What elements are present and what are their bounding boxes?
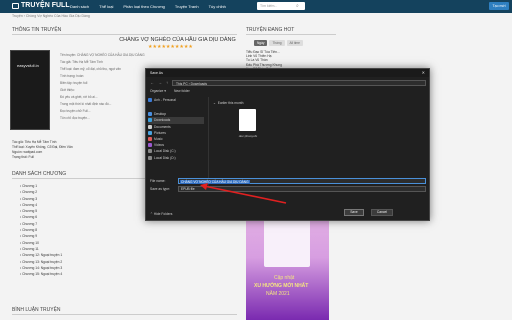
story-title: CHÀNG VỢ NGHÈO CỦA HẦU GIA DỊU DÀNG <box>119 37 236 43</box>
drive-icon <box>148 155 152 160</box>
video-icon <box>148 143 152 148</box>
ad-image <box>264 219 310 267</box>
nav-item-list[interactable]: Danh sách <box>70 4 89 9</box>
new-folder-button[interactable]: New folder <box>174 89 190 93</box>
cover-text: easyvsfull.in <box>17 63 39 68</box>
dialog-title: Save As <box>146 69 429 77</box>
music-icon <box>148 137 152 142</box>
ad-headline: XU HƯỚNG MỚI NHẤT <box>254 283 309 289</box>
save-as-dialog: Save As ✕ ← → ↑ This PC › Downloads Orga… <box>145 68 430 221</box>
cloud-icon <box>148 98 152 102</box>
hot-tabs: Ngày Tháng All time <box>254 40 303 46</box>
group-header[interactable]: ⌄ Earlier this month <box>213 101 243 105</box>
organize-button[interactable]: Organize ▾ <box>150 89 166 93</box>
hot-section-title: TRUYỆN ĐANG HOT <box>246 27 336 35</box>
forward-arrow-icon[interactable]: → <box>158 80 162 85</box>
dialog-toolbar: Organize ▾ New folder <box>150 89 190 93</box>
back-arrow-icon[interactable]: ← <box>150 80 154 85</box>
ad-year: NĂM 2021 <box>266 291 290 297</box>
nav-item-chapters[interactable]: Phân loại theo Chương <box>123 4 165 9</box>
nav-menu: Danh sách Thể loại Phân loại theo Chương… <box>70 4 226 9</box>
sidebar-label: Local Disk (D:) <box>154 155 176 160</box>
tab-all-time[interactable]: All time <box>286 40 303 46</box>
hide-folders-toggle[interactable]: ⌃ Hide Folders <box>150 212 172 216</box>
file-icon[interactable] <box>239 109 256 131</box>
save-type-select[interactable]: EPUB file <box>178 186 426 192</box>
path-field[interactable]: This PC › Downloads <box>172 79 426 86</box>
chapter-link[interactable]: Chương 15: Ngoại truyện 4 <box>20 271 62 277</box>
sidebar-label: Anh - Personal <box>154 98 176 102</box>
ad-caption: Cập nhật <box>274 275 295 281</box>
top-navbar: TRUYỆN FULL Danh sách Thể loại Phân loại… <box>0 0 512 13</box>
close-icon[interactable]: ✕ <box>422 70 425 75</box>
sidebar-label: Downloads <box>154 118 171 123</box>
chapter-link[interactable]: Chương 12: Ngoại truyện 1 <box>20 252 62 258</box>
info-line: Trạng thái: Full <box>12 155 34 159</box>
info-section-title: THÔNG TIN TRUYỆN <box>12 27 237 35</box>
nav-item-settings[interactable]: Tùy chỉnh <box>209 4 226 9</box>
book-cover: easyvsfull.in <box>10 50 50 130</box>
file-name-label: File name: <box>150 179 166 183</box>
sidebar-label: Music <box>154 137 163 142</box>
download-icon <box>148 118 152 123</box>
sidebar-item-disk-d[interactable]: Local Disk (D:) <box>148 155 204 161</box>
file-name-field[interactable]: CHÀNG VỢ NGHÈO CỦA HẦU GIA DỊU DÀNG <box>178 178 426 184</box>
desc-line: Tác giả: Tiêu Hạ Mễ Tâm Tình <box>60 60 103 64</box>
sidebar-label: Pictures <box>154 130 166 135</box>
book-info: Tác giả: Tiêu Hạ Mễ Tâm Tình Thể loại: X… <box>12 140 73 160</box>
save-button[interactable]: Save <box>344 209 364 216</box>
tab-month[interactable]: Tháng <box>269 40 285 46</box>
pictures-icon <box>148 130 152 135</box>
chapter-list: Chương 1 Chương 2 Chương 3 Chương 4 Chươ… <box>20 183 62 277</box>
desc-line: Tên truyện: CHÀNG VỢ NGHÈO CỦA HẦU GIA D… <box>60 53 145 57</box>
breadcrumb[interactable]: Truyện › Chồng Vợ Nghèo Của Hầu Gia Dịu … <box>12 14 90 18</box>
site-logo[interactable]: TRUYỆN FULL <box>12 2 70 9</box>
file-name-value: CHÀNG VỢ NGHÈO CỦA HẦU GIA DỊU DÀNG <box>180 180 250 184</box>
group-label: Earlier this month <box>217 101 244 105</box>
book-icon <box>12 2 19 9</box>
tab-day[interactable]: Ngày <box>254 40 268 46</box>
drive-icon <box>148 149 152 154</box>
file-name[interactable]: doc phuoyufx <box>237 134 259 138</box>
sidebar-item-personal[interactable]: Anh - Personal <box>148 97 204 103</box>
sidebar-label: Local Disk (C:) <box>154 149 176 154</box>
hide-folders-label: Hide Folders <box>153 212 173 216</box>
address-bar: ← → ↑ This PC › Downloads <box>150 79 426 86</box>
nav-item-genre[interactable]: Thể loại <box>99 4 113 9</box>
chevron-down-icon: ⌄ <box>213 101 216 105</box>
search-icon[interactable]: ⌕ <box>296 3 299 9</box>
rating-stars[interactable]: ★★★★★★★★★★ <box>148 44 193 50</box>
chapter-link[interactable]: Chương 13: Ngoại truyện 2 <box>20 259 62 265</box>
save-type-label: Save as type: <box>150 187 170 191</box>
sidebar-label: Videos <box>154 143 165 148</box>
document-icon <box>148 124 152 129</box>
sidebar-label: Documents <box>154 124 171 129</box>
sidebar-label: Desktop <box>154 112 167 117</box>
cancel-button[interactable]: Cancel <box>371 209 393 216</box>
desktop-icon <box>148 112 152 117</box>
nav-item-comics[interactable]: Truyện Tranh <box>175 4 199 9</box>
comments-section-title: BÌNH LUẬN TRUYỆN <box>12 307 237 315</box>
logo-text: TRUYỆN FULL <box>21 2 70 9</box>
login-button[interactable]: Tạo mới <box>489 2 509 10</box>
up-arrow-icon[interactable]: ↑ <box>166 80 168 85</box>
